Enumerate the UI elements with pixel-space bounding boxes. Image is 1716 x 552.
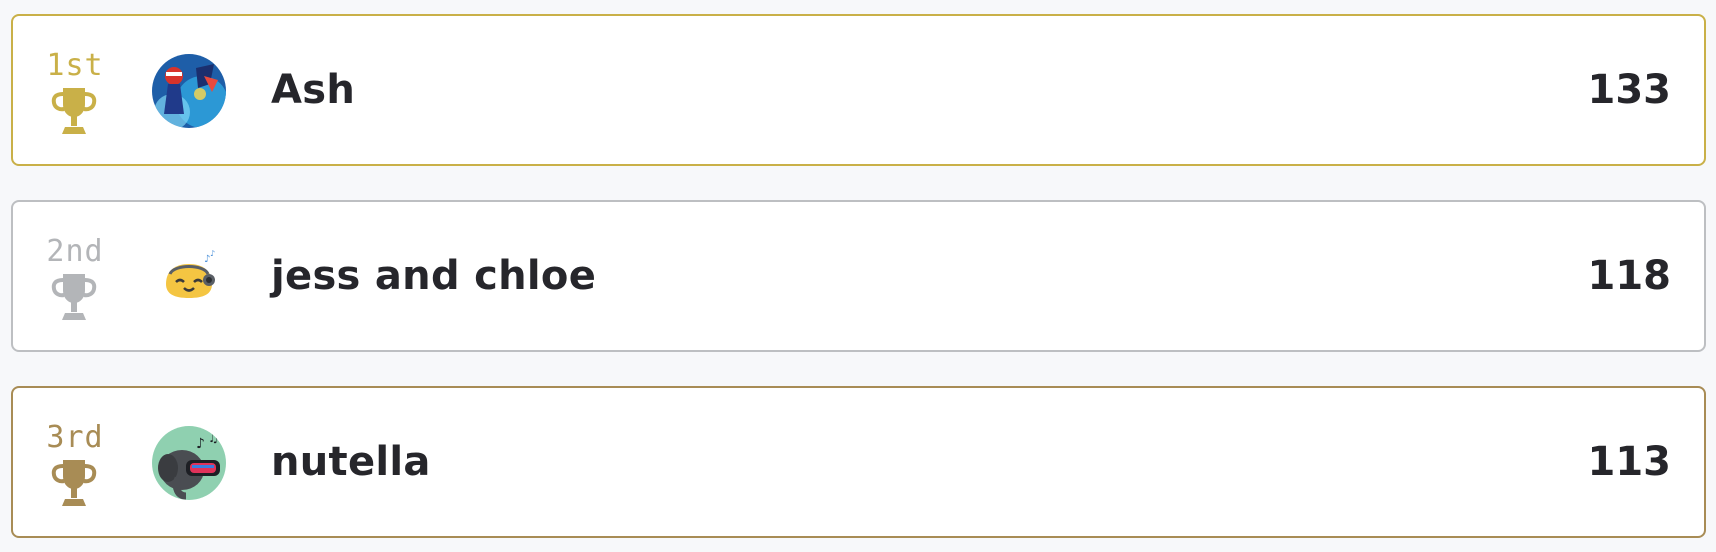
player-score: 113 xyxy=(1587,439,1672,485)
player-name: jess and chloe xyxy=(271,253,597,299)
svg-text:♫: ♫ xyxy=(208,431,219,445)
music-emoji-avatar: ♪ ♪ xyxy=(152,240,226,314)
elephant-avatar: ♪ ♫ xyxy=(152,426,226,500)
rank-label: 1st xyxy=(46,48,104,83)
gold-trophy-icon xyxy=(51,88,97,134)
svg-text:♪: ♪ xyxy=(196,436,205,452)
player-name: Ash xyxy=(271,67,356,113)
trainer-avatar xyxy=(152,54,226,128)
player-score: 133 xyxy=(1587,67,1672,113)
player-name: nutella xyxy=(271,439,431,485)
svg-text:♪: ♪ xyxy=(210,249,215,258)
leaderboard-row-3[interactable]: 3rd ♪ ♫ nutella 113 xyxy=(11,386,1706,538)
rank-label: 2nd xyxy=(46,234,104,269)
silver-trophy-icon xyxy=(51,274,97,320)
leaderboard-row-2[interactable]: 2nd ♪ ♪ jess and chloe 118 xyxy=(11,200,1706,352)
player-score: 118 xyxy=(1587,253,1672,299)
bronze-trophy-icon xyxy=(51,460,97,506)
rank-label: 3rd xyxy=(46,420,104,455)
leaderboard: 1st Ash 133 2nd ♪ ♪ jess and chloe 118 3… xyxy=(0,0,1716,552)
leaderboard-row-1[interactable]: 1st Ash 133 xyxy=(11,14,1706,166)
